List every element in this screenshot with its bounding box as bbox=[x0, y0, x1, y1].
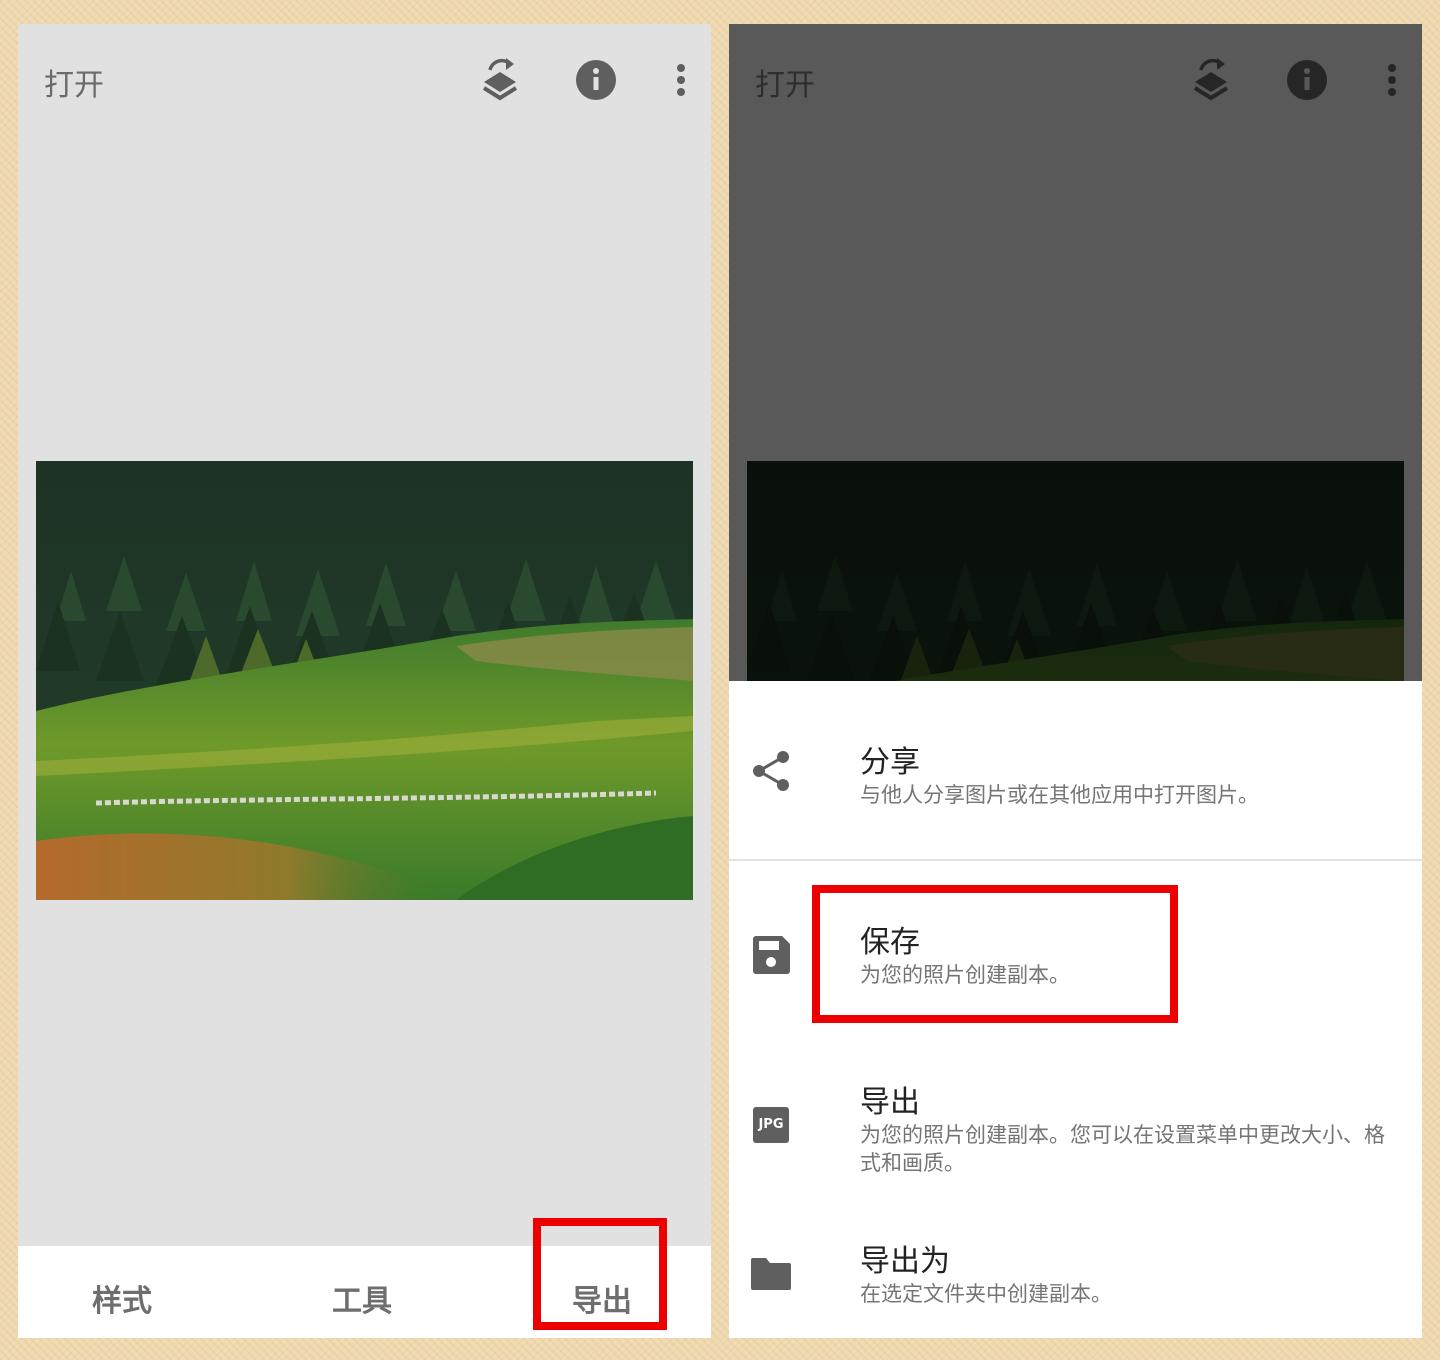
info-icon bbox=[1283, 54, 1331, 106]
export-menu-screen: 打开 分享 与他人分享图片或在其他应用中打开图片。 保存 为您的照片创建副本。 … bbox=[729, 24, 1422, 1338]
editor-screen: 打开 样式 工具 导出 bbox=[18, 24, 711, 1338]
save-icon bbox=[749, 933, 793, 977]
menu-item-share[interactable]: 分享 与他人分享图片或在其他应用中打开图片。 bbox=[729, 681, 1422, 859]
share-title: 分享 bbox=[860, 745, 920, 780]
export-title: 导出 bbox=[860, 1085, 920, 1120]
highlight-box-save bbox=[812, 885, 1178, 1023]
export-desc: 为您的照片创建副本。您可以在设置菜单中更改大小、格式和画质。 bbox=[860, 1123, 1385, 1175]
photo-preview bbox=[36, 461, 693, 900]
jpg-icon: JPG bbox=[753, 1107, 789, 1143]
nav-tab-styles[interactable]: 样式 bbox=[92, 1276, 152, 1320]
top-app-bar: 打开 bbox=[18, 24, 711, 136]
highlight-box-export-tab bbox=[533, 1218, 667, 1330]
export-as-title: 导出为 bbox=[860, 1244, 950, 1279]
top-app-bar-dimmed: 打开 bbox=[729, 24, 1422, 136]
more-vert-icon[interactable] bbox=[668, 54, 694, 106]
layers-undo-icon[interactable] bbox=[476, 54, 524, 106]
export-as-desc: 在选定文件夹中创建副本。 bbox=[860, 1282, 1112, 1306]
info-icon[interactable] bbox=[572, 54, 620, 106]
nav-tab-tools[interactable]: 工具 bbox=[332, 1276, 392, 1320]
menu-divider bbox=[729, 859, 1422, 861]
open-button: 打开 bbox=[755, 68, 815, 103]
folder-icon bbox=[749, 1252, 793, 1296]
layers-undo-icon bbox=[1187, 54, 1235, 106]
open-button[interactable]: 打开 bbox=[44, 60, 104, 104]
share-desc: 与他人分享图片或在其他应用中打开图片。 bbox=[860, 783, 1259, 807]
more-vert-icon bbox=[1379, 54, 1405, 106]
menu-item-export-as[interactable]: 导出为 在选定文件夹中创建副本。 bbox=[729, 1206, 1422, 1336]
share-icon bbox=[749, 749, 793, 793]
menu-item-export[interactable]: JPG 导出 为您的照片创建副本。您可以在设置菜单中更改大小、格式和画质。 bbox=[729, 1041, 1422, 1191]
